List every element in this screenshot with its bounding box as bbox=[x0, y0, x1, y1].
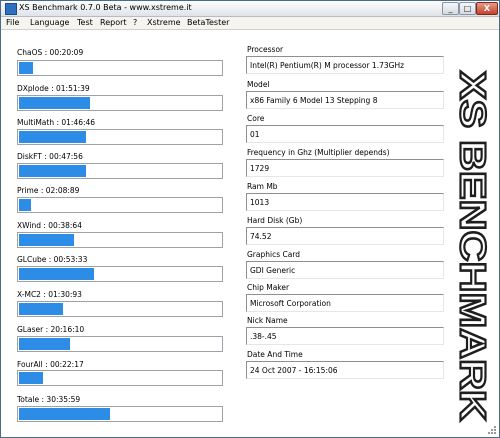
bench-bar-xmc2 bbox=[17, 301, 223, 317]
bench-label-diskft: DiskFT : 00:47:56 bbox=[17, 152, 83, 161]
close-button[interactable]: X bbox=[476, 2, 498, 15]
bench-bar-glaser bbox=[17, 336, 223, 352]
minimize-button[interactable]: _ bbox=[442, 2, 459, 15]
bench-bar-glcube bbox=[17, 266, 223, 282]
bench-fill bbox=[19, 199, 31, 211]
bench-fill bbox=[19, 97, 90, 109]
bench-label-dxplode: DXplode : 01:51:39 bbox=[17, 84, 90, 93]
menu-help[interactable]: ? bbox=[133, 18, 137, 27]
maximize-button[interactable]: □ bbox=[459, 2, 476, 15]
bench-fill bbox=[19, 268, 94, 280]
info-label-frequency: Frequency in Ghz (Multiplier depends) bbox=[247, 148, 390, 157]
info-label-chip-maker: Chip Maker bbox=[247, 283, 290, 292]
bench-label-chaos: ChaOS : 00:20:09 bbox=[17, 48, 84, 57]
bench-bar-prime bbox=[17, 197, 223, 213]
info-field-frequency[interactable]: 1729 bbox=[246, 159, 444, 177]
title-bar[interactable]: XS Benchmark 0.7.0 Beta - www.xstreme.it… bbox=[1, 1, 499, 17]
app-window: XS Benchmark 0.7.0 Beta - www.xstreme.it… bbox=[0, 0, 500, 438]
menu-test[interactable]: Test bbox=[77, 18, 93, 27]
app-icon bbox=[5, 3, 17, 15]
info-field-chip-maker[interactable]: Microsoft Corporation bbox=[246, 294, 444, 312]
main-panel: ChaOS : 00:20:09 DXplode : 01:51:39 Mult… bbox=[1, 30, 499, 437]
bench-bar-diskft bbox=[17, 163, 223, 179]
bench-label-totale: Totale : 30:35:59 bbox=[17, 395, 81, 404]
info-label-ram: Ram Mb bbox=[247, 182, 278, 191]
bench-label-glaser: GLaser : 20:16:10 bbox=[17, 325, 85, 334]
info-value: Microsoft Corporation bbox=[250, 299, 331, 308]
menu-report[interactable]: Report bbox=[100, 18, 127, 27]
info-label-model: Model bbox=[247, 80, 270, 89]
menu-language[interactable]: Language bbox=[30, 18, 69, 27]
info-field-graphics-card[interactable]: GDI Generic bbox=[246, 261, 444, 279]
info-value: 1729 bbox=[250, 164, 270, 173]
info-field-hard-disk[interactable]: 74.52 bbox=[246, 227, 444, 245]
info-field-core[interactable]: 01 bbox=[246, 125, 444, 143]
bench-bar-xwind bbox=[17, 232, 223, 248]
logo-text-outline: XS BENCHMARK bbox=[454, 71, 492, 421]
menu-xstreme[interactable]: Xstreme bbox=[147, 18, 181, 27]
bench-bar-multimath bbox=[17, 129, 223, 145]
bench-label-fourall: FourAll : 00:22:17 bbox=[17, 360, 84, 369]
info-value: 74.52 bbox=[250, 232, 272, 241]
menu-betatester[interactable]: BetaTester bbox=[187, 18, 229, 27]
info-value: 24 Oct 2007 - 16:15:06 bbox=[250, 366, 338, 375]
info-value: Intel(R) Pentium(R) M processor 1.73GHz bbox=[250, 61, 405, 70]
menu-file[interactable]: File bbox=[6, 18, 19, 27]
info-field-nick-name[interactable]: .38-.45 bbox=[246, 327, 444, 345]
bench-bar-chaos bbox=[17, 60, 223, 76]
info-field-ram[interactable]: 1013 bbox=[246, 193, 444, 211]
bench-fill bbox=[19, 338, 70, 350]
bench-fill bbox=[19, 408, 110, 420]
info-value: 1013 bbox=[250, 198, 270, 207]
bench-fill bbox=[19, 131, 86, 143]
bench-label-xwind: XWind : 00:38:64 bbox=[17, 221, 82, 230]
bench-bar-totale bbox=[17, 406, 223, 422]
bench-fill bbox=[19, 303, 63, 315]
bench-label-multimath: MultiMath : 01:46:46 bbox=[17, 118, 96, 127]
info-field-processor[interactable]: Intel(R) Pentium(R) M processor 1.73GHz bbox=[246, 56, 444, 74]
info-value: 01 bbox=[250, 130, 260, 139]
bench-label-xmc2: X-MC2 : 01:30:93 bbox=[17, 290, 82, 299]
info-label-date-time: Date And Time bbox=[247, 350, 303, 359]
info-label-graphics-card: Graphics Card bbox=[247, 250, 301, 259]
bench-label-glcube: GLCube : 00:53:33 bbox=[17, 255, 88, 264]
info-label-nick-name: Nick Name bbox=[247, 316, 288, 325]
info-label-hard-disk: Hard Disk (Gb) bbox=[247, 216, 303, 225]
bench-bar-fourall bbox=[17, 370, 223, 386]
info-value: .38-.45 bbox=[250, 332, 277, 341]
info-label-core: Core bbox=[247, 114, 265, 123]
bench-bar-dxplode bbox=[17, 95, 223, 111]
bench-fill bbox=[19, 165, 86, 177]
info-value: GDI Generic bbox=[250, 266, 296, 275]
bench-fill bbox=[19, 372, 43, 384]
resize-grip-icon[interactable] bbox=[487, 425, 497, 435]
bench-label-prime: Prime : 02:08:89 bbox=[17, 186, 80, 195]
info-label-processor: Processor bbox=[247, 45, 284, 54]
info-field-model[interactable]: x86 Family 6 Model 13 Stepping 8 bbox=[246, 91, 444, 109]
info-value: x86 Family 6 Model 13 Stepping 8 bbox=[250, 96, 378, 105]
bench-fill bbox=[19, 234, 74, 246]
window-title: XS Benchmark 0.7.0 Beta - www.xstreme.it bbox=[19, 3, 192, 12]
menu-bar: File Language Test Report ? Xstreme Beta… bbox=[1, 17, 499, 30]
xs-benchmark-logo: XS BENCHMARK bbox=[454, 68, 492, 424]
info-field-date-time[interactable]: 24 Oct 2007 - 16:15:06 bbox=[246, 361, 444, 379]
bench-fill bbox=[19, 62, 33, 74]
